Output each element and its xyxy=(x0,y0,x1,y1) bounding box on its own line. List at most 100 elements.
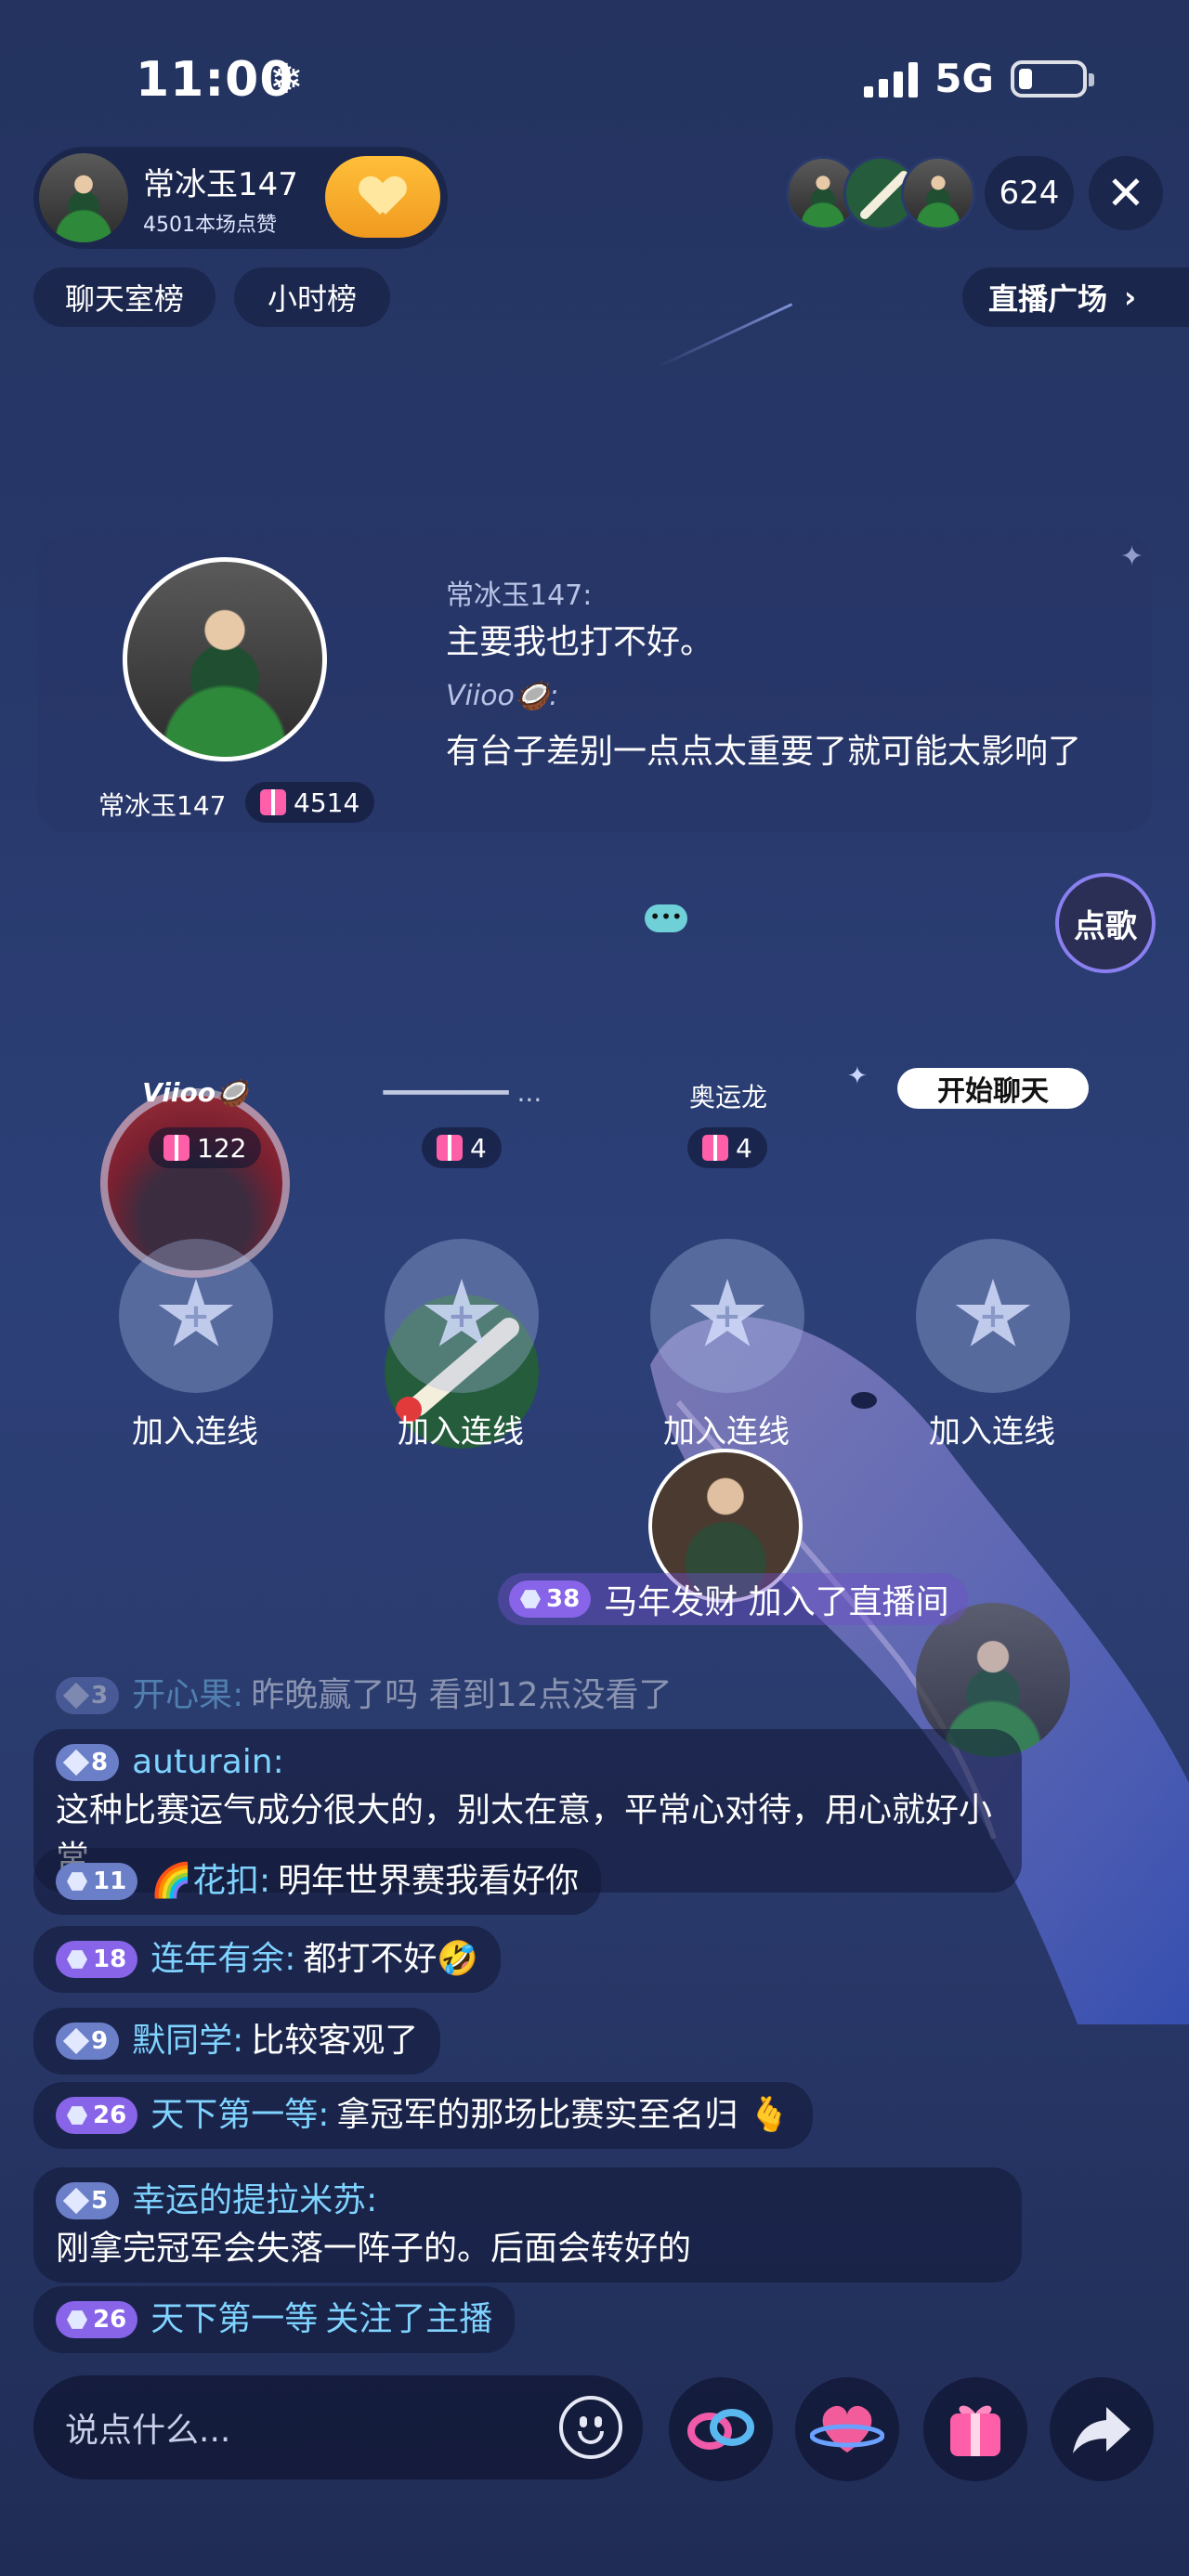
chat-message[interactable]: 3 开心果: 昨晚赢了吗 看到12点没看了 xyxy=(33,1662,695,1729)
chat-text: 刚拿完冠军会失落一阵子的。后面会转好的 xyxy=(56,2230,692,2268)
join-label-1[interactable]: 加入连线 xyxy=(93,1406,297,1451)
chat-message[interactable]: 9 默同学: 比较客观了 xyxy=(33,2008,441,2075)
chat-message[interactable]: 5 幸运的提拉米苏: 刚拿完冠军会失落一阵子的。后面会转好的 xyxy=(33,2167,1022,2283)
live-plaza-label: 直播广场 xyxy=(988,281,1108,317)
level-number: 8 xyxy=(91,1749,109,1776)
level-badge: 5 xyxy=(56,2182,120,2219)
heart-icon xyxy=(361,177,404,216)
chat-message[interactable]: 11 🌈花扣: 明年世界赛我看好你 xyxy=(33,1848,602,1915)
link-button[interactable] xyxy=(669,2377,773,2481)
battery-icon xyxy=(1011,59,1094,98)
seat-name-2: ━━━━━━━━ ... xyxy=(383,1077,542,1108)
audience-avatar[interactable] xyxy=(901,156,975,230)
seat-gift-count: 4 xyxy=(736,1132,752,1164)
star-plus-icon: + xyxy=(424,1279,500,1347)
chat-username[interactable]: 默同学: xyxy=(132,2017,243,2065)
host-info[interactable]: 常冰玉147 4501本场点赞 xyxy=(33,147,448,249)
comment-placeholder: 说点什么... xyxy=(65,2412,231,2450)
share-button[interactable] xyxy=(1050,2377,1154,2481)
system-join-text: 马年发财 加入了直播间 xyxy=(604,1583,949,1621)
chat-text: 拿冠军的那场比赛实至名归 🫰 xyxy=(336,2096,790,2134)
close-icon: ✕ xyxy=(1106,166,1145,220)
chat-text: 昨晚赢了吗 看到12点没看了 xyxy=(251,1676,673,1714)
join-slot-2[interactable]: + xyxy=(385,1239,539,1393)
chat-username[interactable]: 🌈花扣: xyxy=(150,1857,270,1906)
song-request-button[interactable]: 点歌 xyxy=(1055,873,1156,973)
chat-username[interactable]: 连年有余: xyxy=(150,1935,295,1984)
start-chat-button[interactable]: 开始聊天 xyxy=(897,1068,1089,1109)
live-plaza-button[interactable]: 直播广场 › xyxy=(962,267,1189,327)
level-badge: 38 xyxy=(509,1581,592,1618)
host-card-name: 常冰玉147 xyxy=(98,790,227,821)
chat-message[interactable]: 26 天下第一等: 拿冠军的那场比赛实至名归 🫰 xyxy=(33,2082,813,2149)
seat-gift-badge-1: 122 xyxy=(149,1127,262,1168)
message-text: 主要我也打不好。 xyxy=(446,623,714,661)
gift-icon xyxy=(702,1135,728,1161)
system-join-notice: 38 马年发财 加入了直播间 xyxy=(498,1573,968,1625)
chat-username[interactable]: 幸运的提拉米苏: xyxy=(132,2177,377,2225)
chat-username[interactable]: 天下第一等: xyxy=(150,2091,329,2140)
share-icon xyxy=(1073,2407,1130,2453)
host-card-avatar[interactable] xyxy=(123,557,327,761)
speaking-icon: ••• xyxy=(645,904,687,932)
chat-message[interactable]: 18 连年有余: 都打不好🤣 xyxy=(33,1926,502,1993)
emoji-icon[interactable] xyxy=(559,2396,622,2459)
signal-icon xyxy=(864,60,919,98)
level-badge: 11 xyxy=(56,1863,138,1900)
host-likes: 4501本场点赞 xyxy=(143,213,277,237)
audience-avatars[interactable] xyxy=(786,156,975,230)
host-gift-badge: 4514 xyxy=(245,782,375,823)
gift-icon xyxy=(163,1135,189,1161)
status-indicators: 5G xyxy=(864,56,1094,101)
level-number: 11 xyxy=(93,1867,127,1895)
snowflake-icon: ❄ xyxy=(269,56,304,103)
seat-name-1: Viioo🥥 xyxy=(142,1077,248,1108)
sparkle-icon: ✦ xyxy=(847,1062,868,1090)
seat-name-3: 奥运龙 xyxy=(688,1082,767,1112)
level-number: 18 xyxy=(93,1945,127,1973)
level-badge: 9 xyxy=(56,2023,120,2060)
gift-icon xyxy=(260,789,286,815)
chat-username[interactable]: 天下第一等 xyxy=(150,2296,318,2344)
level-number: 5 xyxy=(91,2187,109,2215)
level-number: 26 xyxy=(93,2306,127,2334)
join-slot-4[interactable]: + xyxy=(916,1239,1070,1393)
heart-planet-button[interactable] xyxy=(795,2377,899,2481)
star-plus-icon: + xyxy=(689,1279,765,1347)
chat-text: 比较客观了 xyxy=(251,2022,419,2060)
level-number: 26 xyxy=(93,2101,127,2129)
shooting-star xyxy=(656,303,793,369)
seat-gift-badge-2: 4 xyxy=(422,1127,502,1168)
seat-gift-count: 122 xyxy=(197,1132,247,1164)
join-label-2[interactable]: 加入连线 xyxy=(359,1406,563,1451)
hourly-rank-button[interactable]: 小时榜 xyxy=(234,267,390,327)
close-button[interactable]: ✕ xyxy=(1089,156,1163,230)
join-slot-1[interactable]: + xyxy=(119,1239,273,1393)
host-avatar[interactable] xyxy=(39,153,128,242)
level-badge: 26 xyxy=(56,2097,138,2134)
network-label: 5G xyxy=(934,56,994,101)
chat-message[interactable]: 26 天下第一等 关注了主播 xyxy=(33,2286,516,2353)
join-slot-3[interactable]: + xyxy=(650,1239,804,1393)
chat-username[interactable]: auturain: xyxy=(132,1738,284,1787)
star-plus-icon: + xyxy=(955,1279,1031,1347)
seat-gift-badge-3: 4 xyxy=(687,1127,767,1168)
chat-username[interactable]: 开心果: xyxy=(132,1672,243,1720)
host-name: 常冰玉147 xyxy=(143,165,298,203)
join-label-4[interactable]: 加入连线 xyxy=(890,1406,1094,1451)
level-badge: 18 xyxy=(56,1941,138,1978)
heart-planet-icon xyxy=(810,2405,884,2452)
viewer-count[interactable]: 624 xyxy=(985,156,1074,230)
chatroom-rank-button[interactable]: 聊天室榜 xyxy=(33,267,216,327)
join-label-3[interactable]: 加入连线 xyxy=(624,1406,829,1451)
chat-text: 关注了主播 xyxy=(325,2300,493,2338)
gift-button[interactable] xyxy=(923,2377,1027,2481)
level-badge: 26 xyxy=(56,2301,138,2338)
message-author: 常冰玉147: xyxy=(446,579,593,612)
level-number: 38 xyxy=(546,1585,581,1613)
follow-button[interactable] xyxy=(325,156,440,238)
seat-gift-count: 4 xyxy=(470,1132,487,1164)
gift-icon xyxy=(950,2405,1000,2456)
comment-input[interactable]: 说点什么... xyxy=(33,2375,643,2479)
message-text: 有台子差别一点点太重要了就可能太影响了 xyxy=(446,733,1082,771)
